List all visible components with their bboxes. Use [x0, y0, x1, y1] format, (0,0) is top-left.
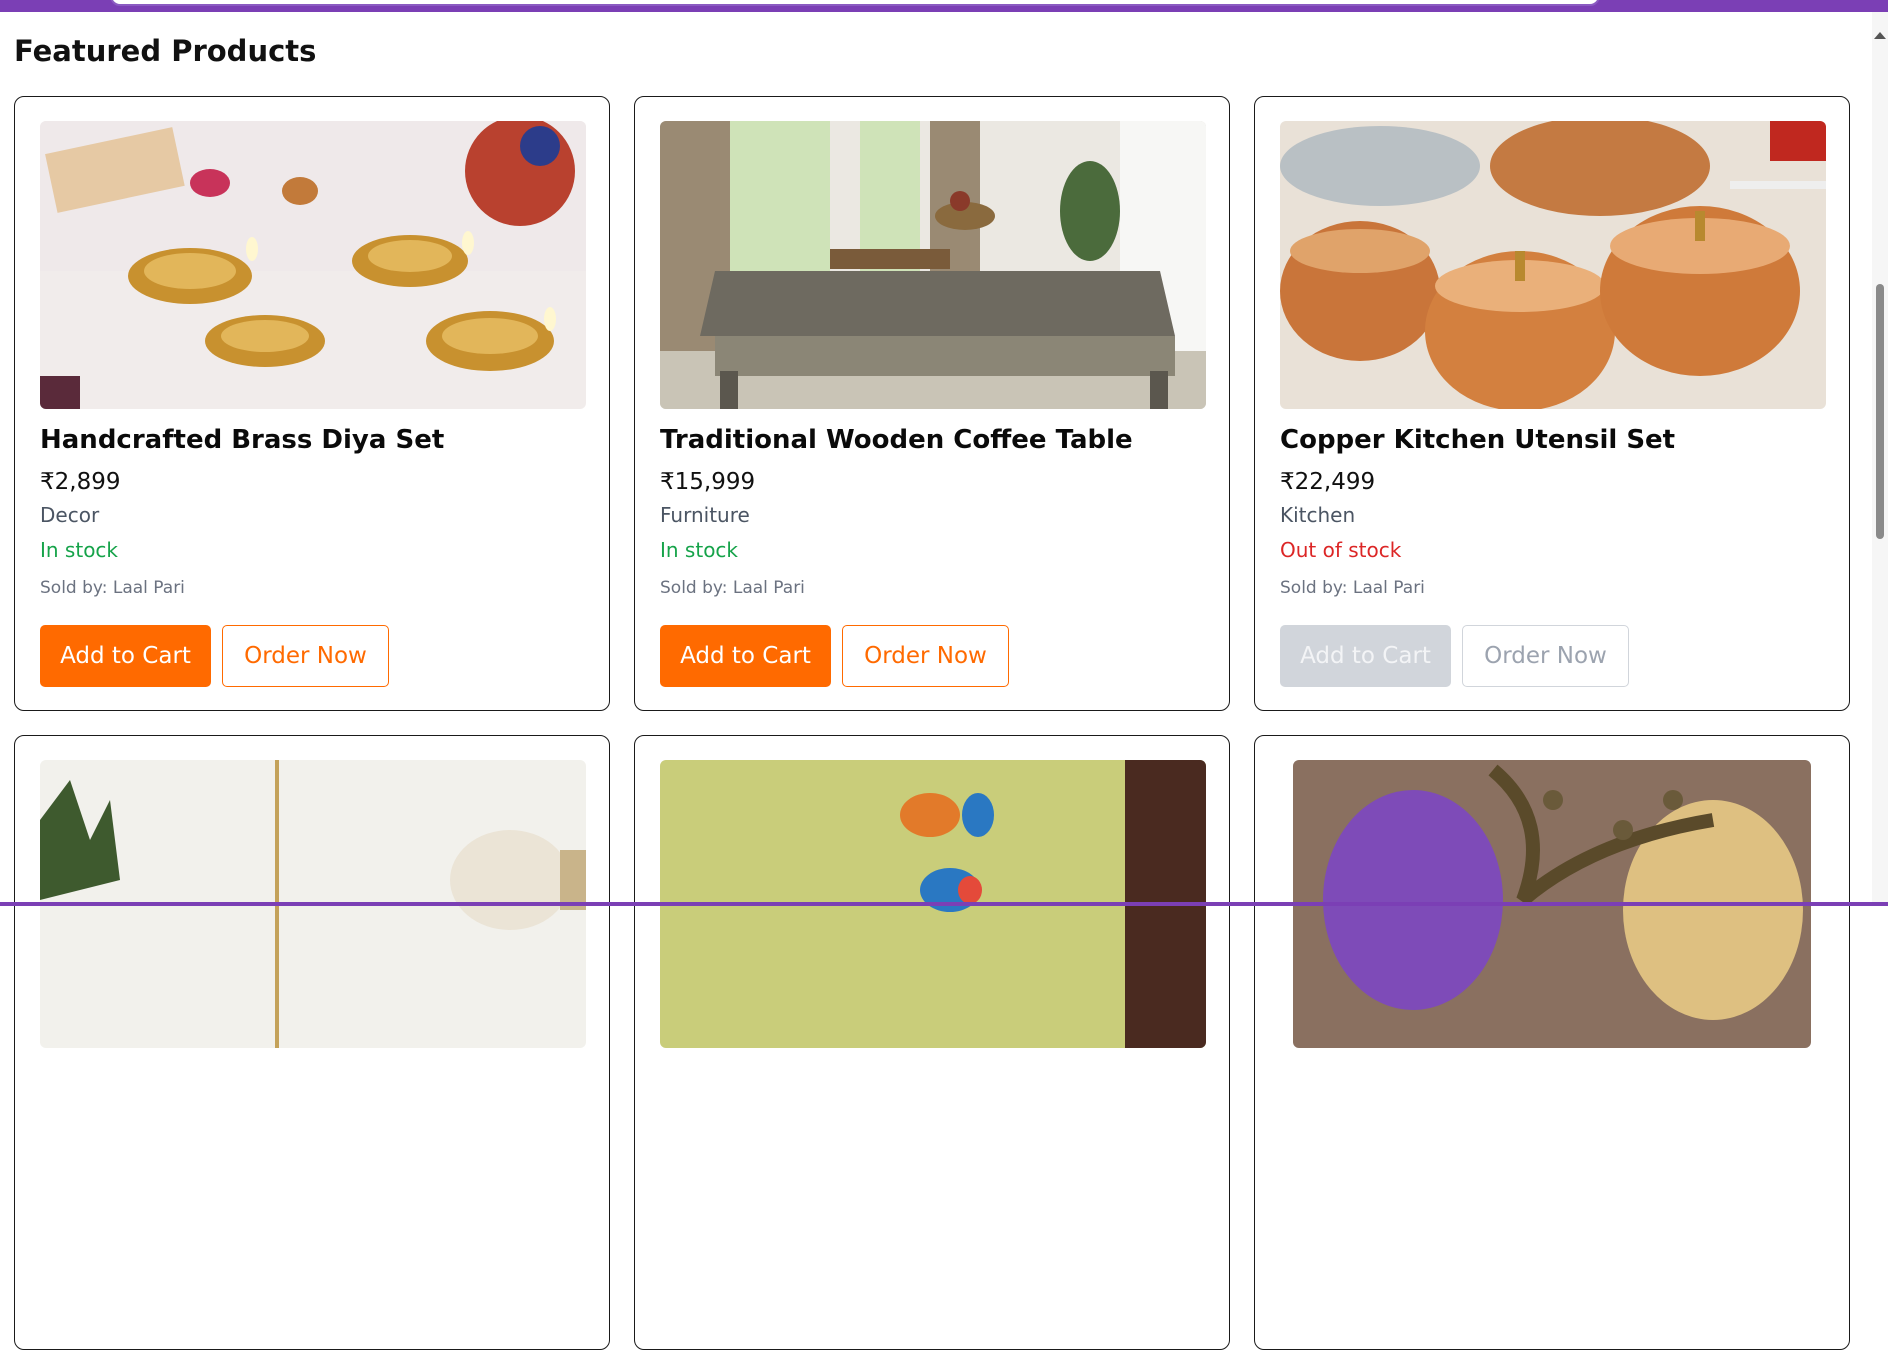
- product-name[interactable]: Copper Kitchen Utensil Set: [1280, 425, 1675, 455]
- product-name[interactable]: Traditional Wooden Coffee Table: [660, 425, 1133, 455]
- order-now-button[interactable]: Order Now: [222, 625, 389, 687]
- product-card: Traditional Wooden Coffee Table ₹15,999 …: [634, 96, 1230, 711]
- product-price: ₹15,999: [660, 469, 756, 495]
- product-card: Handcrafted Brass Diya Set ₹2,899 Decor …: [14, 96, 610, 711]
- add-to-cart-button[interactable]: Add to Cart: [660, 625, 831, 687]
- product-price: ₹2,899: [40, 469, 121, 495]
- product-image[interactable]: [40, 121, 586, 409]
- product-category: Kitchen: [1280, 503, 1356, 527]
- product-card: [634, 735, 1230, 1350]
- product-image[interactable]: [1280, 121, 1826, 409]
- scroll-up-arrow-icon[interactable]: [1874, 32, 1886, 39]
- top-navbar: [0, 0, 1888, 12]
- add-to-cart-button[interactable]: Add to Cart: [1280, 625, 1451, 687]
- product-price: ₹22,499: [1280, 469, 1376, 495]
- bottom-border: [0, 902, 1888, 906]
- stock-status: Out of stock: [1280, 538, 1402, 562]
- stock-status: In stock: [660, 538, 739, 562]
- scroll-thumb[interactable]: [1876, 284, 1884, 539]
- search-bar[interactable]: [110, 0, 1600, 6]
- seller-label: Sold by: Laal Pari: [1280, 578, 1425, 598]
- product-card: [14, 735, 610, 1350]
- product-name[interactable]: Handcrafted Brass Diya Set: [40, 425, 444, 455]
- product-image[interactable]: [660, 121, 1206, 409]
- product-card: [1254, 735, 1850, 1350]
- section-title: Featured Products: [14, 34, 317, 68]
- product-category: Decor: [40, 503, 100, 527]
- add-to-cart-button[interactable]: Add to Cart: [40, 625, 211, 687]
- order-now-button[interactable]: Order Now: [1462, 625, 1629, 687]
- stock-status: In stock: [40, 538, 119, 562]
- seller-label: Sold by: Laal Pari: [660, 578, 805, 598]
- product-category: Furniture: [660, 503, 750, 527]
- seller-label: Sold by: Laal Pari: [40, 578, 185, 598]
- product-card: Copper Kitchen Utensil Set ₹22,499 Kitch…: [1254, 96, 1850, 711]
- order-now-button[interactable]: Order Now: [842, 625, 1009, 687]
- page-scrollbar[interactable]: [1872, 12, 1888, 902]
